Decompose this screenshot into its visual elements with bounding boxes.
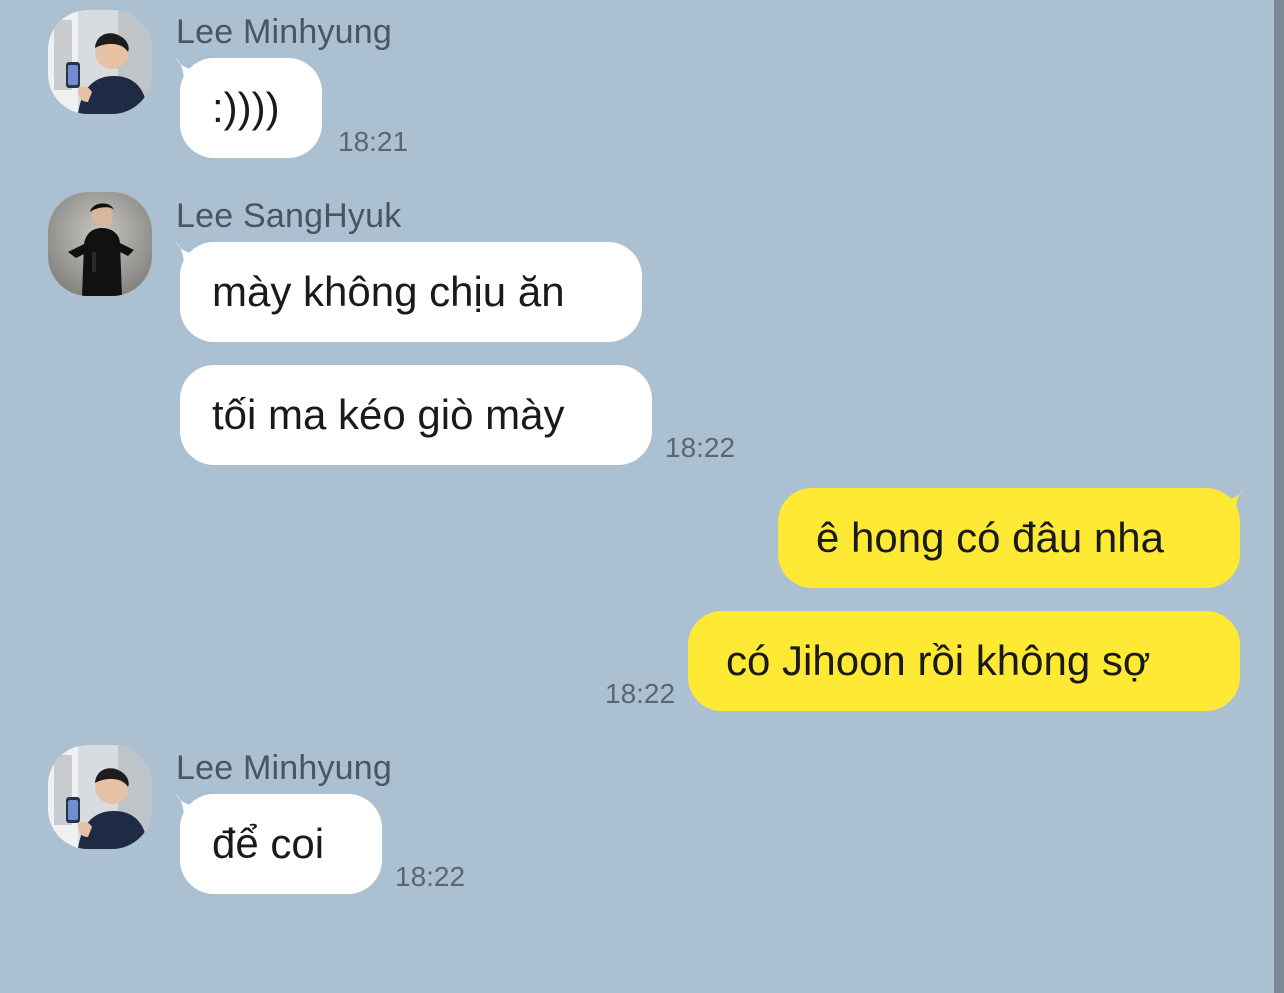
- sender-name: Lee Minhyung: [176, 13, 392, 51]
- person-holding-phone-avatar-icon: [48, 10, 152, 114]
- message-bubble[interactable]: mày không chịu ăn: [180, 242, 642, 342]
- message-time: 18:22: [605, 678, 676, 709]
- person-holding-phone-avatar-icon: [48, 745, 152, 849]
- sender-name: Lee SangHyuk: [176, 197, 402, 235]
- message-bubble[interactable]: tối ma kéo giò mày: [180, 365, 652, 465]
- avatar-lee-minhyung[interactable]: [48, 10, 152, 114]
- outgoing-message-bubble[interactable]: ê hong có đâu nha: [778, 488, 1240, 588]
- scrollbar[interactable]: [1274, 0, 1284, 993]
- message-time: 18:21: [338, 126, 409, 157]
- avatar-lee-minhyung[interactable]: [48, 745, 152, 849]
- person-in-black-avatar-icon: [48, 192, 152, 296]
- sender-name: Lee Minhyung: [176, 749, 392, 787]
- chat-area[interactable]: Lee Minhyung :)))) 18:21 Lee SangHyuk mà…: [0, 0, 1284, 993]
- avatar-lee-sanghyuk[interactable]: [48, 192, 152, 296]
- bubble-tail: [1220, 488, 1244, 514]
- message-time: 18:22: [665, 432, 736, 463]
- message-time: 18:22: [395, 861, 466, 892]
- message-bubble[interactable]: :)))): [180, 58, 322, 158]
- message-bubble[interactable]: để coi: [180, 794, 382, 894]
- outgoing-message-bubble[interactable]: có Jihoon rồi không sợ: [688, 611, 1240, 711]
